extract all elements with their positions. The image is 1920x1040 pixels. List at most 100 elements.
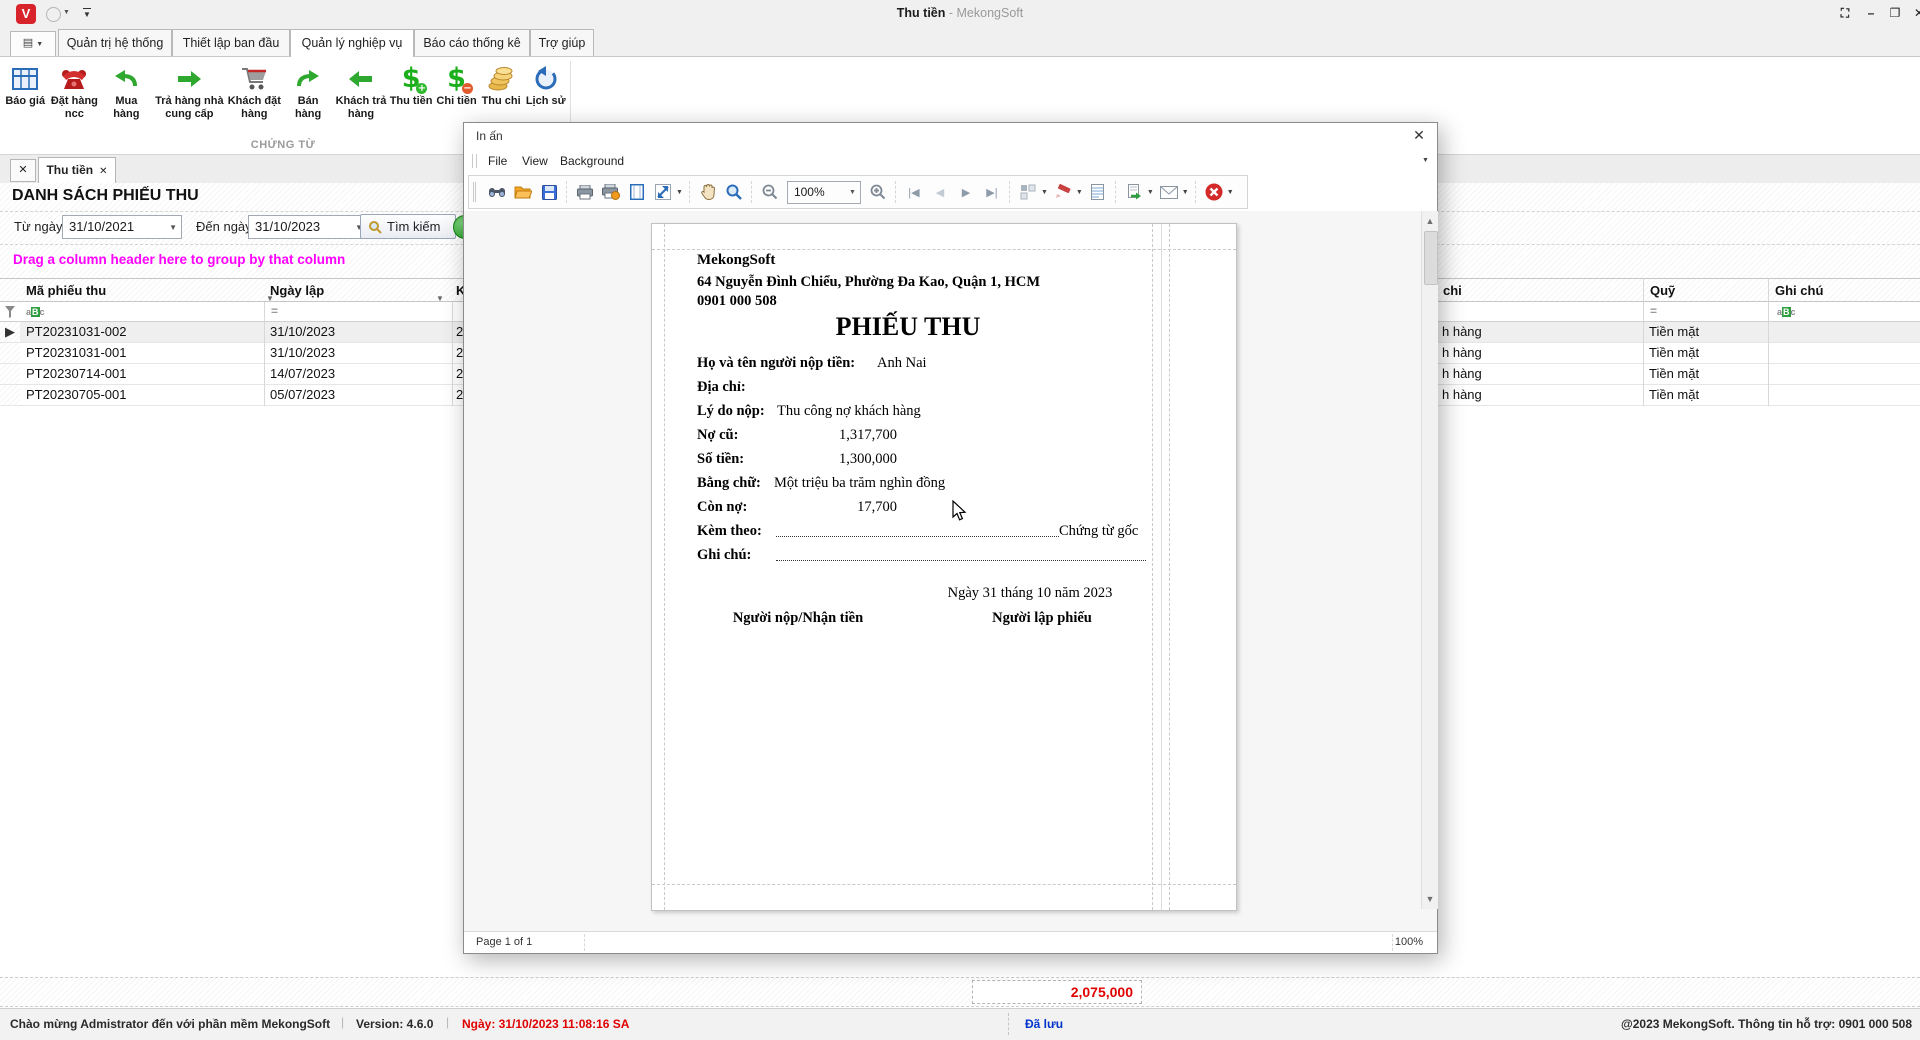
mouse-cursor [952, 500, 967, 521]
column-divider [1643, 322, 1644, 406]
filter-cell-code[interactable]: aBc [20, 302, 264, 322]
dat-hang-ncc-button[interactable]: Đặt hàng ncc [48, 61, 100, 123]
find-icon[interactable] [484, 180, 510, 204]
bao-gia-button[interactable]: Báo giá [2, 61, 48, 110]
email-icon[interactable] [1156, 180, 1182, 204]
to-date-combo[interactable]: 31/10/2023▼ [248, 215, 368, 239]
cell-fund: Tiền mặt [1649, 345, 1700, 360]
scroll-thumb[interactable] [1424, 231, 1438, 285]
multi-page-dropdown-icon[interactable]: ▼ [1041, 189, 1048, 196]
dialog-menu-bar: File View Background ▼ [464, 149, 1437, 173]
close-preview-icon[interactable] [1201, 180, 1227, 204]
close-preview-dropdown-icon[interactable]: ▼ [1227, 189, 1234, 196]
column-header-quy[interactable]: Quỹ [1643, 278, 1768, 302]
chevron-down-icon[interactable]: ▼ [169, 217, 177, 239]
lich-su-button[interactable]: Lịch sử [523, 61, 568, 110]
hand-tool-icon[interactable] [695, 180, 721, 204]
search-button[interactable]: Tìm kiếm [360, 214, 456, 239]
close-all-tabs-button[interactable]: ✕ [10, 159, 36, 182]
watermark-pen-icon[interactable] [1050, 180, 1076, 204]
tab-bao-cao-thong-ke[interactable]: Báo cáo thống kê [414, 29, 530, 56]
open-icon[interactable] [510, 180, 536, 204]
tab-quan-ly-nghiep-vu[interactable]: Quản lý nghiệp vụ [290, 29, 414, 57]
attach-value: Chứng từ gốc [1059, 523, 1139, 539]
filter-cell-note[interactable]: aBc [1768, 302, 1920, 322]
print-icon[interactable] [572, 180, 598, 204]
from-date-combo[interactable]: 31/10/2021 ▼ [62, 215, 182, 239]
app-menu-button[interactable]: ▤ ▼ [10, 31, 56, 57]
magnifier-icon[interactable] [721, 180, 747, 204]
save-icon[interactable] [536, 180, 562, 204]
tab-thu-tien-document[interactable]: Thu tiền ✕ [38, 157, 116, 184]
zoom-out-icon[interactable] [757, 180, 783, 204]
cell-fund: Tiền mặt [1649, 387, 1700, 402]
close-button[interactable]: ✕ [1908, 5, 1920, 22]
tab-thiet-lap-ban-dau[interactable]: Thiết lập ban đầu [172, 29, 290, 56]
vertical-scrollbar[interactable]: ▲ ▼ [1421, 211, 1438, 909]
cell-code: PT20231031-001 [26, 345, 127, 360]
chi-tien-button[interactable]: $ − Chi tiền [434, 61, 479, 110]
search-icon [369, 221, 382, 234]
scroll-up-icon[interactable]: ▲ [1422, 213, 1438, 229]
tab-quan-tri-he-thong[interactable]: Quản trị hệ thống [58, 29, 172, 56]
tab-close-icon[interactable]: ✕ [99, 166, 107, 177]
in-words-label: Bằng chữ: [697, 475, 761, 491]
zoom-in-icon[interactable] [865, 180, 891, 204]
email-dropdown-icon[interactable]: ▼ [1182, 189, 1189, 196]
tra-hang-ncc-button[interactable]: Trả hàng nhà cung cấp [152, 61, 226, 123]
watermark-pen-dropdown-icon[interactable]: ▼ [1076, 189, 1083, 196]
margin-guide [652, 884, 1236, 885]
thu-chi-button[interactable]: Thu chi [479, 61, 524, 110]
khach-dat-hang-button[interactable]: Khách đặt hàng [226, 61, 282, 123]
menu-view[interactable]: View [516, 152, 554, 170]
dialog-toolbar: ▼ 100% ▼ |◀ ◀ ▶ ▶| ▼ ▼ ▼ ▼ ▼ [468, 175, 1248, 209]
minimize-button[interactable]: – [1860, 5, 1882, 22]
scale-dropdown-icon[interactable]: ▼ [676, 189, 683, 196]
first-page-icon[interactable]: |◀ [901, 180, 927, 204]
tab-tro-giup[interactable]: Trợ giúp [530, 29, 594, 56]
page-setup-icon[interactable] [624, 180, 650, 204]
status-separator: | [446, 1015, 450, 1029]
next-page-icon[interactable]: ▶ [953, 180, 979, 204]
menu-background[interactable]: Background [554, 152, 630, 170]
scroll-down-icon[interactable]: ▼ [1422, 891, 1438, 907]
menu-file[interactable]: File [482, 152, 513, 170]
history-icon [533, 63, 559, 95]
column-header-ly-do-thu-chi[interactable]: chi [1436, 278, 1643, 302]
group-by-hint: Drag a column header here to group by th… [13, 252, 346, 267]
menu-grip[interactable] [472, 154, 477, 168]
khach-tra-hang-button[interactable]: Khách trả hàng [334, 61, 388, 123]
ban-hang-button[interactable]: Bán hàng [282, 61, 334, 123]
cell-code: PT20230714-001 [26, 366, 127, 381]
scale-icon[interactable] [650, 180, 676, 204]
column-header-ma-phieu-thu[interactable]: Mã phiếu thu ▼ [20, 278, 274, 303]
prev-page-icon[interactable]: ◀ [927, 180, 953, 204]
thu-tien-button[interactable]: $ + Thu tiền [388, 61, 434, 110]
mua-hang-button[interactable]: Mua hàng [100, 61, 152, 123]
last-page-icon[interactable]: ▶| [979, 180, 1005, 204]
watermark-page-icon[interactable] [1085, 180, 1111, 204]
multi-page-icon[interactable] [1015, 180, 1041, 204]
filter-cell-reason[interactable] [1436, 302, 1643, 322]
fullscreen-button[interactable]: ⛶ [1834, 5, 1856, 22]
zoom-combo[interactable]: 100% ▼ [786, 180, 861, 204]
window-title-sub: - MekongSoft [948, 6, 1024, 20]
grid-corner [0, 278, 20, 302]
chevron-down-icon[interactable]: ▼ [849, 183, 856, 203]
menu-overflow-icon[interactable]: ▼ [1422, 157, 1429, 164]
column-divider [452, 322, 453, 406]
margin-guide [652, 249, 1236, 250]
export-dropdown-icon[interactable]: ▼ [1147, 189, 1154, 196]
column-header-ghi-chu[interactable]: Ghi chú [1768, 278, 1920, 302]
filter-cell-fund[interactable]: = [1643, 302, 1768, 322]
dialog-close-icon[interactable]: ✕ [1410, 128, 1428, 144]
filter-cell-date[interactable]: = [264, 302, 452, 322]
print-options-icon[interactable] [598, 180, 624, 204]
curved-arrow-left-icon [113, 63, 139, 95]
attach-label: Kèm theo: [697, 523, 762, 539]
phone-icon [60, 63, 88, 95]
restore-button[interactable]: ❐ [1884, 5, 1906, 22]
column-header-ngay-lap[interactable]: Ngày lập ▼ [264, 278, 452, 303]
export-icon[interactable] [1121, 180, 1147, 204]
to-date-label: Đến ngày [196, 219, 252, 234]
